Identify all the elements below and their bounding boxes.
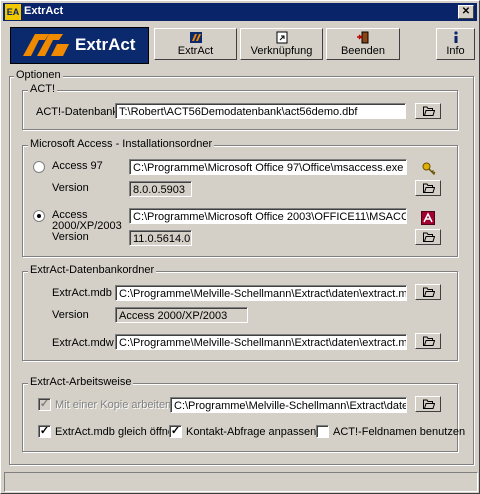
- copy-checkbox[interactable]: ✓: [38, 398, 51, 411]
- verknuepfung-button[interactable]: Verknüpfung: [240, 28, 323, 60]
- access2000-version-label: Version: [52, 231, 89, 243]
- access2000-version-field: 11.0.5614.0: [129, 230, 192, 246]
- open-mdb-checkbox[interactable]: ✓: [38, 425, 51, 438]
- verknuepfung-button-label: Verknüpfung: [250, 45, 313, 57]
- extract-button[interactable]: ExtrAct: [154, 28, 237, 60]
- dbfolder-group-title: ExtrAct-Datenbankordner: [28, 264, 157, 276]
- exit-door-icon: [357, 31, 369, 44]
- access2000-path-field[interactable]: C:\Programme\Microsoft Office 2003\OFFIC…: [129, 208, 407, 224]
- access97-version-field: 8.0.0.5903: [129, 181, 192, 197]
- close-button[interactable]: ✕: [458, 5, 474, 19]
- app-icon: EA: [5, 4, 21, 20]
- mdw-browse-button[interactable]: [415, 333, 441, 349]
- access2000-radio[interactable]: [33, 210, 45, 222]
- logo-text: ExtrAct: [75, 35, 136, 54]
- access97-radio[interactable]: [33, 161, 45, 173]
- act-db-label: ACT!-Datenbank: [36, 106, 118, 118]
- access97-browse-button[interactable]: [415, 180, 441, 196]
- fieldnames-checkbox[interactable]: [316, 425, 329, 438]
- shortcut-icon: [276, 31, 287, 44]
- logo-mark-icon: [23, 34, 69, 56]
- contact-query-label: Kontakt-Abfrage anpassen: [186, 426, 317, 438]
- extract-icon: [189, 32, 202, 43]
- mdb-path-field[interactable]: C:\Programme\Melville-Schellmann\Extract…: [115, 285, 407, 301]
- extract-logo: ExtrAct: [10, 27, 149, 64]
- title-bar: EA ExtrAct ✕: [3, 3, 477, 21]
- mdb-browse-button[interactable]: [415, 284, 441, 300]
- act-group-title: ACT!: [28, 83, 58, 95]
- folder-icon: [423, 336, 435, 346]
- access2000-app-icon: [421, 211, 435, 228]
- access97-label: Access 97: [52, 160, 103, 172]
- work-group: [22, 383, 458, 452]
- folder-icon: [423, 399, 435, 409]
- folder-icon: [423, 106, 435, 116]
- folder-icon: [423, 183, 435, 193]
- access97-key-icon: [422, 162, 436, 179]
- access97-version-label: Version: [52, 182, 89, 194]
- contact-query-checkbox[interactable]: ✓: [169, 425, 182, 438]
- window-title: ExtrAct: [24, 5, 64, 17]
- extract-button-label: ExtrAct: [177, 45, 214, 57]
- mdw-label: ExtrAct.mdw: [52, 337, 114, 349]
- info-button[interactable]: Info: [436, 28, 475, 60]
- act-db-browse-button[interactable]: [415, 103, 441, 119]
- access2000-browse-button[interactable]: [415, 229, 441, 245]
- folder-icon: [423, 287, 435, 297]
- open-mdb-label: ExtrAct.mdb gleich öffnen: [55, 426, 181, 438]
- mdw-path-field[interactable]: C:\Programme\Melville-Schellmann\Extract…: [115, 334, 407, 350]
- fieldnames-label: ACT!-Feldnamen benutzen: [333, 426, 466, 438]
- mdb-label: ExtrAct.mdb: [52, 287, 112, 299]
- access97-path-field[interactable]: C:\Programme\Microsoft Office 97\Office\…: [129, 159, 407, 175]
- mdb-version-label: Version: [52, 309, 89, 321]
- work-group-title: ExtrAct-Arbeitsweise: [28, 376, 134, 388]
- act-db-field[interactable]: T:\Robert\ACT56Demodatenbank\act56demo.d…: [115, 103, 406, 119]
- main-window: EA ExtrAct ✕ ExtrAct ExtrAct Verknüpfung: [0, 0, 480, 494]
- copy-path-field[interactable]: C:\Programme\Melville-Schellmann\Extract…: [170, 397, 407, 413]
- info-icon: [453, 31, 458, 43]
- folder-icon: [423, 232, 435, 242]
- options-group-title: Optionen: [14, 69, 63, 81]
- beenden-button[interactable]: Beenden: [326, 28, 400, 60]
- beenden-button-label: Beenden: [340, 45, 386, 57]
- copy-browse-button[interactable]: [415, 396, 441, 412]
- status-bar: [4, 472, 478, 492]
- info-button-label: Info: [446, 45, 465, 57]
- copy-label: Mit einer Kopie arbeiten in: [55, 399, 183, 411]
- mdb-version-field: Access 2000/XP/2003: [115, 307, 248, 323]
- access-group-title: Microsoft Access - Installationsordner: [28, 138, 215, 150]
